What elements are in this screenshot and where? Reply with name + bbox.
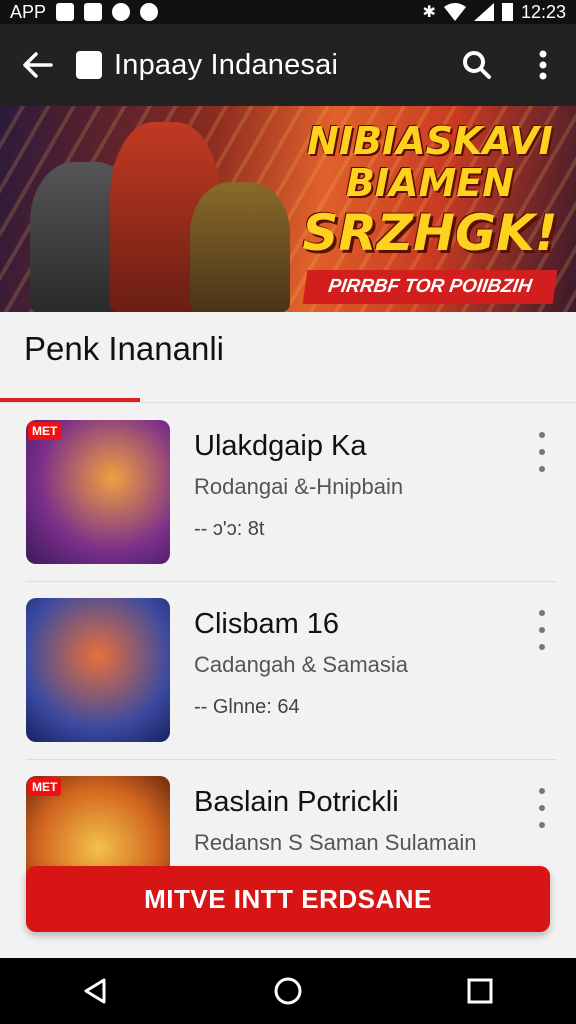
notification-icon [112, 3, 131, 21]
badge: MET [28, 778, 62, 796]
back-button[interactable] [0, 24, 76, 106]
item-title: Baslain Potrickli [194, 786, 399, 818]
promo-banner[interactable]: NIBIASKAVI BIAMEN SRZHGK! PIRRBF TOR POI… [0, 106, 576, 312]
notification-icon [140, 3, 159, 21]
app-list: MET Ulakdgaip Ka Rodangai &-Hnipbain -- … [0, 404, 576, 938]
banner-ribbon: PIRRBF TOR POIIBZIH [302, 270, 558, 304]
more-vert-icon [539, 50, 547, 80]
item-subtitle: Rodangai &-Hnipbain [194, 474, 404, 499]
app-thumbnail [26, 598, 170, 742]
banner-line-3: SRZHGK! [302, 204, 558, 262]
triangle-back-icon [84, 978, 106, 1004]
dot-icon [539, 805, 545, 811]
item-title: Ulakdgaip Ka [194, 430, 367, 462]
item-more-button[interactable] [530, 788, 554, 828]
page-icon [76, 51, 102, 79]
app-bar: Inpaay Indanesai [0, 24, 576, 106]
divider [0, 402, 576, 403]
dot-icon [539, 822, 545, 828]
section-title[interactable]: Penk Inananli [24, 330, 224, 368]
item-subtitle: Redansn S Saman Sulamain [194, 830, 477, 855]
item-more-button[interactable] [530, 610, 554, 650]
primary-cta-button[interactable]: MITVE INTT ERDSANE [26, 866, 550, 932]
nav-back-button[interactable] [56, 958, 136, 1024]
banner-line-2: BIAMEN [345, 161, 515, 205]
search-button[interactable] [444, 24, 510, 106]
dot-icon [539, 788, 545, 794]
hero-illustration-right [190, 182, 290, 312]
dot-icon [539, 644, 545, 650]
notification-icon [84, 3, 103, 21]
signal-icon [473, 3, 494, 21]
nav-home-button[interactable] [248, 958, 328, 1024]
dot-icon [539, 627, 545, 633]
badge: MET [28, 422, 62, 440]
banner-headline: NIBIASKAVI BIAMEN SRZHGK! PIRRBF TOR POI… [300, 120, 560, 304]
banner-line-1: NIBIASKAVI [307, 119, 553, 163]
dot-icon [539, 449, 545, 455]
nav-recents-button[interactable] [440, 958, 520, 1024]
square-recents-icon [467, 978, 493, 1004]
bluetooth-icon: ✱ [422, 4, 436, 21]
item-meta: -- Glnne: 64 [194, 696, 300, 718]
dot-icon [539, 466, 545, 472]
battery-icon [501, 3, 513, 21]
arrow-left-icon [23, 52, 53, 78]
item-more-button[interactable] [530, 432, 554, 472]
dot-icon [539, 610, 545, 616]
item-subtitle: Cadangah & Samasia [194, 652, 409, 677]
item-meta: -- ɔ'ɔ: 8t [194, 518, 265, 540]
overflow-menu-button[interactable] [510, 24, 576, 106]
list-item[interactable]: MET Ulakdgaip Ka Rodangai &-Hnipbain -- … [0, 404, 576, 582]
app-bar-title: Inpaay Indanesai [114, 48, 339, 81]
dot-icon [539, 432, 545, 438]
list-item[interactable]: Clisbam 16 Cadangah & Samasia -- Glnne: … [0, 582, 576, 760]
wifi-icon [443, 3, 466, 21]
notification-icon [56, 3, 75, 21]
status-time: 12:23 [520, 1, 566, 22]
system-nav-bar [0, 958, 576, 1024]
circle-home-icon [274, 977, 302, 1005]
status-bar: APP ✱ 12:23 [0, 0, 576, 24]
item-title: Clisbam 16 [194, 608, 340, 640]
search-icon [463, 51, 491, 79]
status-app-text: APP [10, 1, 47, 22]
app-thumbnail: MET [26, 420, 170, 564]
